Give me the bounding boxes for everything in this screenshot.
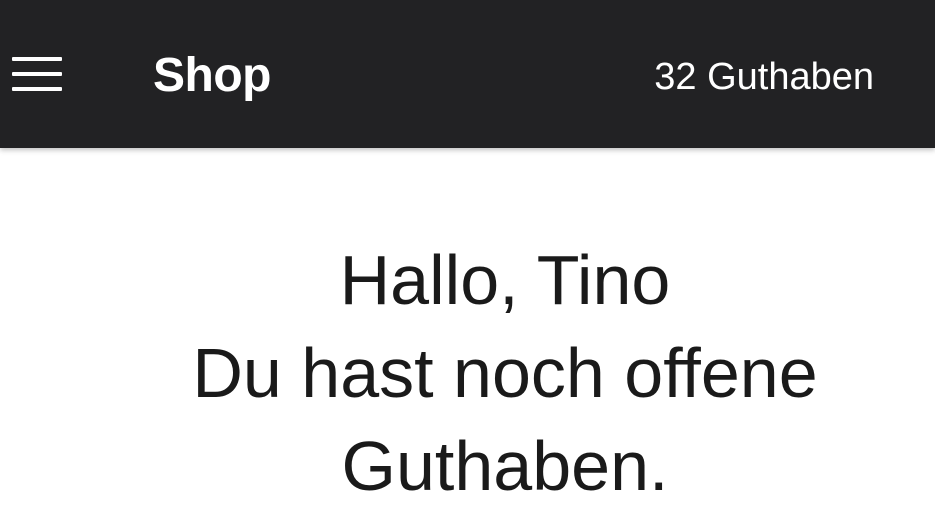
page-title: Shop — [153, 49, 271, 102]
hamburger-menu-icon-bar — [12, 72, 62, 76]
greeting-line-2: Du hast noch offene — [192, 334, 818, 412]
menu-button[interactable] — [6, 48, 68, 100]
hamburger-menu-icon-bar — [12, 87, 62, 91]
greeting-message: Hallo, Tino Du hast noch offene Guthaben… — [0, 234, 935, 513]
greeting-line-1: Hallo, Tino — [339, 241, 671, 319]
app-bar: Shop 32 Guthaben — [0, 0, 935, 148]
greeting-line-3: Guthaben. — [341, 427, 669, 505]
credits-balance: 32 Guthaben — [654, 56, 874, 98]
main-content: Hallo, Tino Du hast noch offene Guthaben… — [0, 148, 935, 526]
hamburger-menu-icon — [12, 57, 62, 61]
